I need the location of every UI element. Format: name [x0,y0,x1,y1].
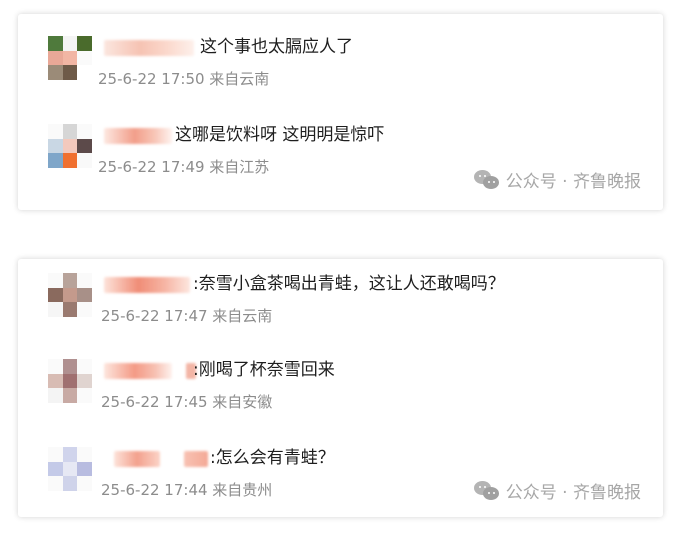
username-blurred[interactable] [104,128,172,144]
comment-meta: 25-6-22 17:47 来自云南 [101,307,273,325]
watermark-text: 公众号 · 齐鲁晚报 [505,172,641,192]
comment-text: 这哪是饮料呀 这明明是惊吓 [175,125,385,145]
comment-meta: 25-6-22 17:49 来自江苏 [98,158,270,176]
wechat-icon [473,480,500,501]
wechat-icon [473,169,500,190]
avatar[interactable] [48,36,92,80]
avatar[interactable] [48,124,92,168]
comment-text: 这个事也太膈应人了 [200,37,353,57]
comment-meta: 25-6-22 17:44 来自贵州 [101,481,273,499]
watermark-text: 公众号 · 齐鲁晚报 [505,483,641,503]
username-blurred[interactable] [104,40,194,56]
comment-item: 这个事也太膈应人了 25-6-22 17:50 来自云南 [18,34,663,114]
avatar[interactable] [48,273,92,317]
comment-card: 这个事也太膈应人了 25-6-22 17:50 来自云南 这哪是饮料呀 这明明是… [18,14,663,210]
comment-item: :刚喝了杯奈雪回来 25-6-22 17:45 来自安徽 [18,357,663,437]
watermark: 公众号 · 齐鲁晚报 [473,167,641,192]
comment-meta: 25-6-22 17:50 来自云南 [98,70,270,88]
comment-text: :怎么会有青蛙？ [210,448,335,468]
comment-meta: 25-6-22 17:45 来自安徽 [101,393,273,411]
comment-text: :刚喝了杯奈雪回来 [193,360,335,380]
comment-card: :奈雪小盒茶喝出青蛙，这让人还敢喝吗？ 25-6-22 17:47 来自云南 :… [18,259,663,517]
username-blurred[interactable] [104,277,190,293]
comment-text: :奈雪小盒茶喝出青蛙，这让人还敢喝吗？ [193,274,505,294]
avatar[interactable] [48,447,92,491]
username-blurred[interactable] [184,451,208,467]
comment-item: :奈雪小盒茶喝出青蛙，这让人还敢喝吗？ 25-6-22 17:47 来自云南 [18,271,663,351]
username-blurred[interactable] [104,363,172,379]
avatar[interactable] [48,359,92,403]
watermark: 公众号 · 齐鲁晚报 [473,478,641,503]
username-blurred[interactable] [114,451,160,467]
